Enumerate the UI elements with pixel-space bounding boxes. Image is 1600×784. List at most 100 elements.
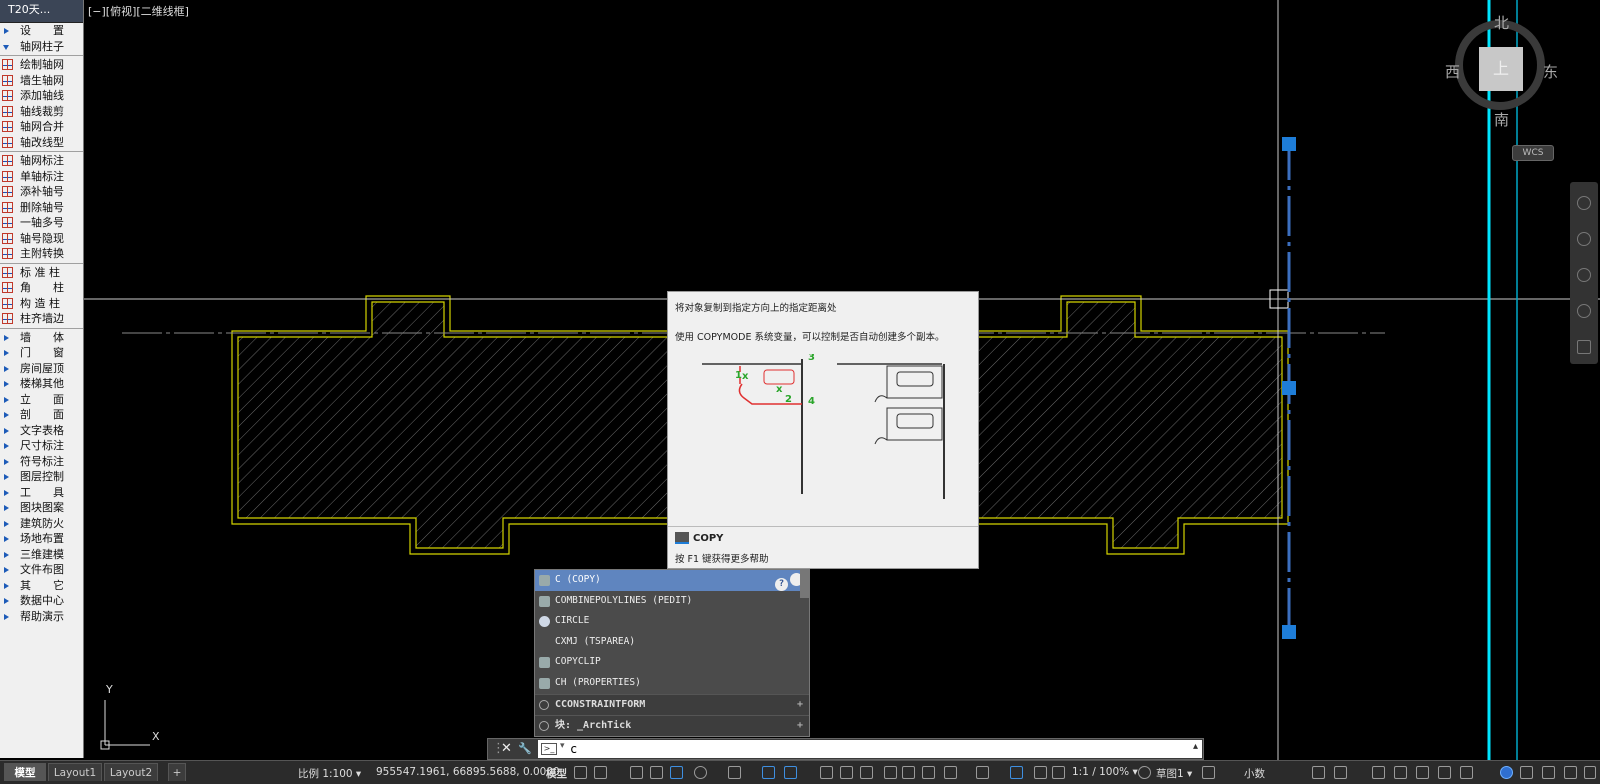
- autocomplete-item[interactable]: CXMJ (TSPAREA): [535, 632, 809, 653]
- palette-item[interactable]: 立 面: [0, 392, 83, 408]
- workspace-gear-icon[interactable]: [1138, 766, 1151, 779]
- palette-item[interactable]: 帮助演示: [0, 609, 83, 625]
- autocomplete-item[interactable]: CH (PROPERTIES): [535, 673, 809, 694]
- recent-commands-button[interactable]: ▴: [1193, 741, 1198, 752]
- palette-item[interactable]: 轴改线型: [0, 135, 83, 151]
- palette-item[interactable]: 建筑防火: [0, 516, 83, 532]
- help-icon[interactable]: ?: [775, 578, 788, 591]
- tab-add-layout[interactable]: +: [168, 763, 186, 781]
- layout-icon[interactable]: [1460, 766, 1473, 779]
- lock-ui-icon[interactable]: [1334, 766, 1347, 779]
- palette-item[interactable]: 删除轴号: [0, 200, 83, 216]
- quick-properties-icon[interactable]: [1312, 766, 1325, 779]
- object-snap-tracking-icon[interactable]: [762, 766, 775, 779]
- palette-item[interactable]: 构 造 柱: [0, 296, 83, 312]
- gizmo-icon[interactable]: [944, 766, 957, 779]
- tab-layout1[interactable]: Layout1: [48, 763, 102, 781]
- steering-wheel-icon[interactable]: [1577, 196, 1591, 210]
- viewport-controls[interactable]: [−][俯视][二维线框]: [88, 3, 189, 19]
- snap-icon[interactable]: [594, 766, 607, 779]
- fullscreen-icon[interactable]: [1542, 766, 1555, 779]
- menu-icon[interactable]: [1584, 766, 1596, 779]
- annotation-icon[interactable]: [1052, 766, 1065, 779]
- palette-item[interactable]: 三维建模: [0, 547, 83, 563]
- annotation-visibility-icon[interactable]: [976, 766, 989, 779]
- grip-middle[interactable]: [1282, 381, 1296, 395]
- chevron-down-icon[interactable]: ▾: [560, 741, 565, 751]
- isolate-objects-icon[interactable]: [1372, 766, 1385, 779]
- palette-item[interactable]: 门 窗: [0, 345, 83, 361]
- isodraft-icon[interactable]: [728, 766, 741, 779]
- palette-item[interactable]: 柱齐墙边: [0, 311, 83, 327]
- palette-item[interactable]: 单轴标注: [0, 169, 83, 185]
- auto-scale-icon[interactable]: [1010, 766, 1023, 779]
- palette-item[interactable]: 墙 体: [0, 330, 83, 346]
- view-cube-top-face[interactable]: 上: [1479, 47, 1523, 91]
- palette-item[interactable]: 剖 面: [0, 407, 83, 423]
- compass-west[interactable]: 西: [1445, 61, 1460, 82]
- showmotion-icon[interactable]: [1577, 340, 1591, 354]
- expand-icon[interactable]: +: [797, 695, 803, 715]
- palette-item[interactable]: 房间屋顶: [0, 361, 83, 377]
- infer-constraints-icon[interactable]: [630, 766, 643, 779]
- polar-tracking-icon[interactable]: [694, 766, 707, 779]
- tab-layout2[interactable]: Layout2: [104, 763, 158, 781]
- orbit-icon[interactable]: [1577, 304, 1591, 318]
- palette-item[interactable]: 尺寸标注: [0, 438, 83, 454]
- autocomplete-item[interactable]: COPYCLIP: [535, 652, 809, 673]
- ortho-icon[interactable]: [670, 766, 683, 779]
- palette-item[interactable]: 图块图案: [0, 500, 83, 516]
- dynamic-ucs-icon[interactable]: [902, 766, 915, 779]
- palette-item[interactable]: 轴网柱子: [0, 39, 83, 55]
- palette-item[interactable]: 轴网标注: [0, 153, 83, 169]
- palette-item[interactable]: 一轴多号: [0, 215, 83, 231]
- palette-item[interactable]: 添加轴线: [0, 88, 83, 104]
- palette-item[interactable]: 楼梯其他: [0, 376, 83, 392]
- palette-item[interactable]: 文字表格: [0, 423, 83, 439]
- palette-item[interactable]: 添补轴号: [0, 184, 83, 200]
- autocomplete-item[interactable]: CIRCLE: [535, 611, 809, 632]
- 3d-osnap-icon[interactable]: [884, 766, 897, 779]
- coordinates-readout[interactable]: 955547.1961, 66895.5688, 0.0000: [376, 766, 560, 778]
- units-selector[interactable]: 小数: [1244, 766, 1265, 781]
- navigation-bar[interactable]: [1570, 182, 1598, 364]
- palette-item[interactable]: 绘制轴网: [0, 57, 83, 73]
- autocomplete-category[interactable]: 块: _ArchTick +: [535, 714, 809, 736]
- hardware-acceleration-icon[interactable]: [1394, 766, 1407, 779]
- pan-icon[interactable]: [1577, 232, 1591, 246]
- clean-screen-icon[interactable]: [1416, 766, 1429, 779]
- lock-icon[interactable]: [1520, 766, 1533, 779]
- customize-icon[interactable]: 🔧: [518, 741, 532, 757]
- annotation-scale-selector[interactable]: 1:1 / 100% ▾: [1072, 766, 1138, 778]
- object-snap-icon[interactable]: [784, 766, 797, 779]
- hardware-accel-on-icon[interactable]: [1500, 766, 1513, 779]
- palette-item[interactable]: 工 具: [0, 485, 83, 501]
- palette-item[interactable]: 主附转换: [0, 246, 83, 262]
- palette-item[interactable]: 场地布置: [0, 531, 83, 547]
- palette-item[interactable]: 轴网合并: [0, 119, 83, 135]
- autocomplete-category[interactable]: CCONSTRAINTFORM +: [535, 693, 809, 715]
- model-space-toggle[interactable]: 模型: [546, 766, 567, 781]
- dynamic-input-icon[interactable]: [650, 766, 663, 779]
- compass-east[interactable]: 东: [1543, 61, 1558, 82]
- compass-south[interactable]: 南: [1494, 109, 1509, 130]
- palette-item[interactable]: 标 准 柱: [0, 265, 83, 281]
- palette-item[interactable]: 其 它: [0, 578, 83, 594]
- transparency-icon[interactable]: [840, 766, 853, 779]
- grid-icon[interactable]: [574, 766, 587, 779]
- view-cube[interactable]: 上 北 南 东 西: [1445, 10, 1560, 129]
- autocomplete-item[interactable]: COMBINEPOLYLINES (PEDIT): [535, 591, 809, 612]
- compass-north[interactable]: 北: [1494, 12, 1509, 33]
- graphics-performance-icon[interactable]: [1438, 766, 1451, 779]
- expand-icon[interactable]: +: [797, 716, 803, 736]
- palette-item[interactable]: 墙生轴网: [0, 73, 83, 89]
- command-input[interactable]: [570, 741, 970, 756]
- autocomplete-scrollbar[interactable]: [800, 570, 809, 598]
- palette-title[interactable]: T20天...: [0, 0, 83, 23]
- palette-item[interactable]: 符号标注: [0, 454, 83, 470]
- grip-top[interactable]: [1282, 137, 1296, 151]
- palette-item[interactable]: 文件布图: [0, 562, 83, 578]
- scale-selector[interactable]: 比例 1:100 ▾: [298, 766, 361, 781]
- palette-item[interactable]: 设 置: [0, 23, 83, 39]
- zoom-icon[interactable]: [1577, 268, 1591, 282]
